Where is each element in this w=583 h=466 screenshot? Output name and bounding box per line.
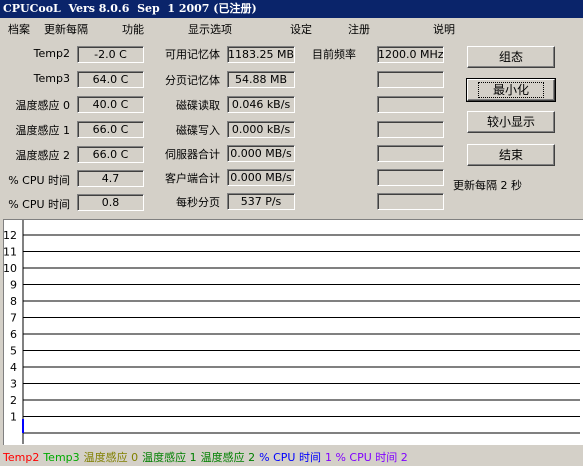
value-slot-4 [377,121,444,138]
legend-temp3: Temp3 [43,451,80,464]
value-disk-read: 0.046 kB/s [227,96,295,113]
label-temp3: Temp3 [33,72,70,85]
menu-update[interactable]: 更新每隔 [44,21,88,37]
graph-legend: Temp2 Temp3 温度感应 0 温度感应 1 温度感应 2% CPU 时间 1 % … [3,449,412,465]
label-disk-write: 磁碟写入 [176,124,220,137]
value-slot-5 [377,145,444,162]
value-free-memory: 1183.25 MB [227,46,295,63]
value-disk-write: 0.000 kB/s [227,121,295,138]
label-server-total: 伺服器合计 [165,148,220,161]
menu-settings[interactable]: 设定 [290,21,312,37]
value-page-memory: 54.88 MB [227,71,295,88]
legend-cpu1: % CPU 时间 [259,451,321,464]
label-free-memory: 可用记忆体 [165,48,220,61]
label-current-frequency: 目前频率 [312,48,356,61]
value-sensor2: 66.0 C [77,146,144,163]
y-tick-label: 6 [10,328,17,341]
y-tick-label: 5 [10,345,17,358]
y-tick-label: 12 [4,229,17,242]
value-sensor0: 40.0 C [77,96,144,113]
value-cpu1: 4.7 [77,170,144,187]
config-button[interactable]: 组态 [467,46,555,68]
update-interval-text: 更新每隔 2 秒 [453,179,522,192]
y-tick-label: 4 [10,361,17,374]
label-cpu1: % CPU 时间 [8,174,70,187]
menu-register[interactable]: 注册 [348,21,370,37]
value-current-frequency: 1200.0 MHz [377,46,444,63]
value-slot-2 [377,71,444,88]
menu-bar: 档案 更新每隔 功能 显示选项 设定 注册 说明 [0,18,583,37]
graph-canvas: 12 11 10 9 8 7 6 5 4 3 2 1 [3,220,580,444]
label-sensor2: 温度感应 2 [15,149,71,162]
history-graph: 12 11 10 9 8 7 6 5 4 3 2 1 [3,219,583,445]
readings-panel: Temp2 Temp3 温度感应 0 温度感应 1 温度感应 2 % CPU 时… [0,37,583,219]
legend-temp2: Temp2 [3,451,40,464]
legend-sensor0: 温度感应 0 [83,451,139,464]
y-tick-label: 3 [10,378,17,391]
legend-cpu2: 1 % CPU 时间 2 [324,451,408,464]
title-bar: CPUCooL Vers 8.0.6 Sep 1 2007 (已注册) [0,0,583,18]
menu-function[interactable]: 功能 [122,21,144,37]
value-client-total: 0.000 MB/s [227,169,295,186]
value-slot-7 [377,193,444,210]
label-page-memory: 分页记忆体 [165,74,220,87]
label-cpu2: % CPU 时间 [8,198,70,211]
label-temp2: Temp2 [33,47,70,60]
value-slot-3 [377,96,444,113]
menu-help[interactable]: 说明 [433,21,455,37]
value-slot-6 [377,169,444,186]
minimize-button-label: 最小化 [477,82,544,98]
y-tick-label: 2 [10,394,17,407]
value-temp3: 64.0 C [77,71,144,88]
menu-display[interactable]: 显示选项 [188,21,232,37]
label-sensor1: 温度感应 1 [15,124,71,137]
value-cpu2: 0.8 [77,194,144,211]
y-tick-label: 7 [10,312,17,325]
label-client-total: 客户端合计 [165,172,220,185]
value-sensor1: 66.0 C [77,121,144,138]
y-tick-label: 9 [10,279,17,292]
label-disk-read: 磁碟读取 [176,99,220,112]
legend-sensor1: 温度感应 1 [142,451,197,464]
legend-sensor2: 温度感应 2 [200,451,256,464]
y-tick-label: 8 [10,295,17,308]
y-tick-label: 11 [4,246,17,259]
label-sensor0: 温度感应 0 [15,99,71,112]
y-tick-label: 1 [10,411,17,424]
value-pages-sec: 537 P/s [227,193,295,210]
exit-button[interactable]: 结束 [467,144,555,166]
y-tick-label: 10 [4,262,17,275]
value-server-total: 0.000 MB/s [227,145,295,162]
minimize-button[interactable]: 最小化 [466,78,556,102]
label-pages-sec: 每秒分页 [176,196,220,209]
small-display-button[interactable]: 较小显示 [467,111,555,133]
value-temp2: -2.0 C [77,46,144,63]
menu-file[interactable]: 档案 [8,21,30,37]
